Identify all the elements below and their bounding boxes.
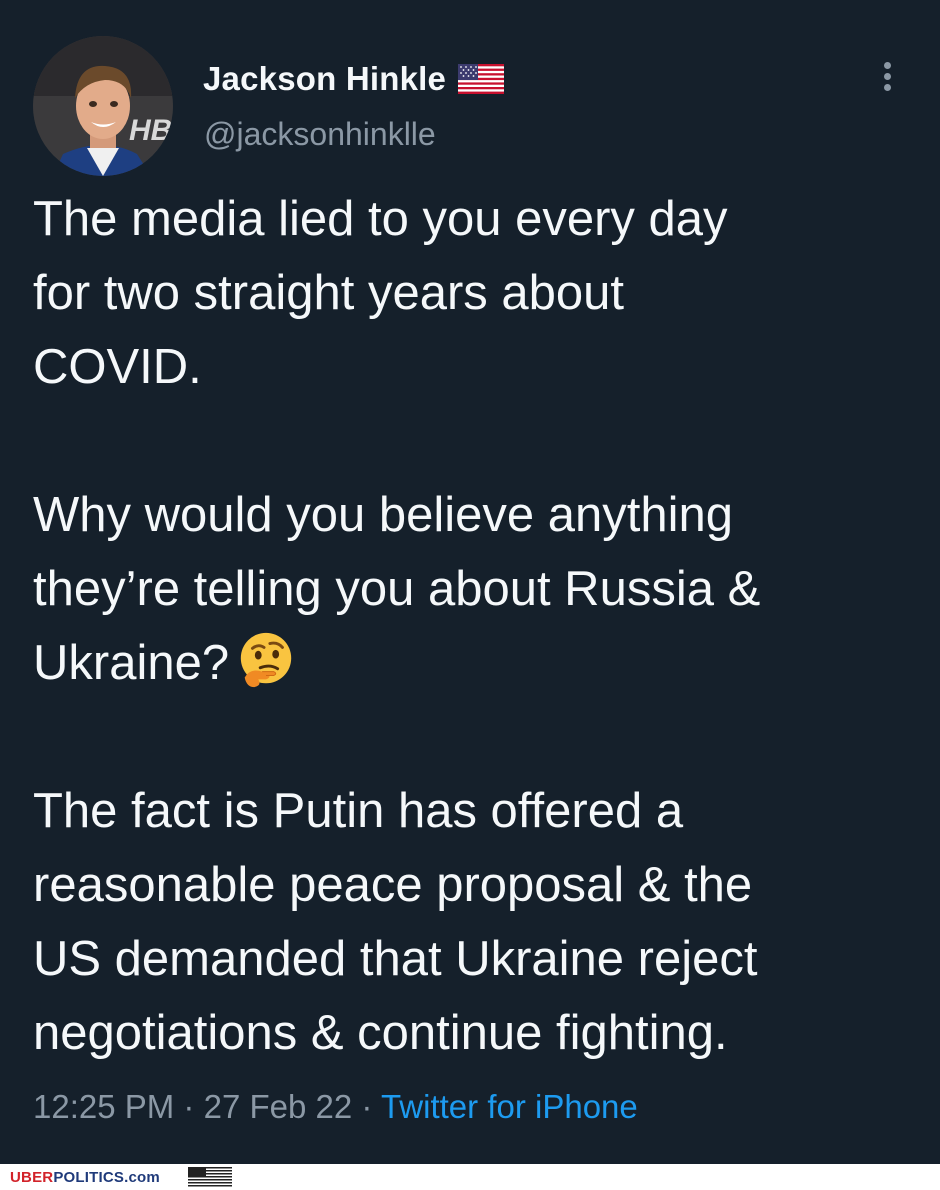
us-flag-icon [188,1167,232,1187]
tweet-line: negotiations & continue fighting. [33,1006,728,1060]
user-handle[interactable]: @jacksonhinklle [204,116,436,153]
avatar-image: HB [33,36,173,176]
tweet-metadata: 12:25 PM · 27 Feb 22 · Twitter for iPhon… [33,1088,638,1126]
tweet-card: HB Jackson Hinkle @jacksonhinklle The me… [0,0,940,1164]
brand-part-uber: UBER [10,1169,54,1186]
avatar-backdrop-text: HB [129,114,172,147]
tweet-line: COVID. [33,340,202,394]
tweet-line: Ukraine? [33,636,230,690]
meta-separator: · [183,1088,195,1125]
tweet-line: US demanded that Ukraine reject [33,932,758,986]
tweet-text: The media lied to you every day for two … [33,182,913,1070]
tweet-line: Why would you believe anything [33,488,734,542]
tweet-line: they’re telling you about Russia & [33,562,761,616]
tweet-source-link[interactable]: Twitter for iPhone [381,1088,638,1125]
avatar[interactable]: HB [33,36,173,176]
display-name[interactable]: Jackson Hinkle [203,60,446,98]
brand-logo: UBERPOLITICS.com [10,1169,160,1186]
author-row: Jackson Hinkle [203,56,505,102]
tweet-line: The fact is Putin has offered a [33,784,684,838]
more-options-icon[interactable] [870,58,904,100]
tweet-time[interactable]: 12:25 PM [33,1088,174,1125]
us-flag-icon [458,64,505,94]
meta-separator: · [361,1088,373,1125]
tweet-line-with-emoji: Ukraine? [33,626,913,700]
tweet-line: for two straight years about [33,266,625,320]
watermark-footer: UBERPOLITICS.com [0,1164,940,1190]
tweet-line: reasonable peace proposal & the [33,858,753,912]
tweet-date[interactable]: 27 Feb 22 [204,1088,353,1125]
tweet-line: The media lied to you every day [33,192,728,246]
brand-part-politics: POLITICS.com [53,1169,160,1186]
thinking-face-icon [240,632,292,688]
